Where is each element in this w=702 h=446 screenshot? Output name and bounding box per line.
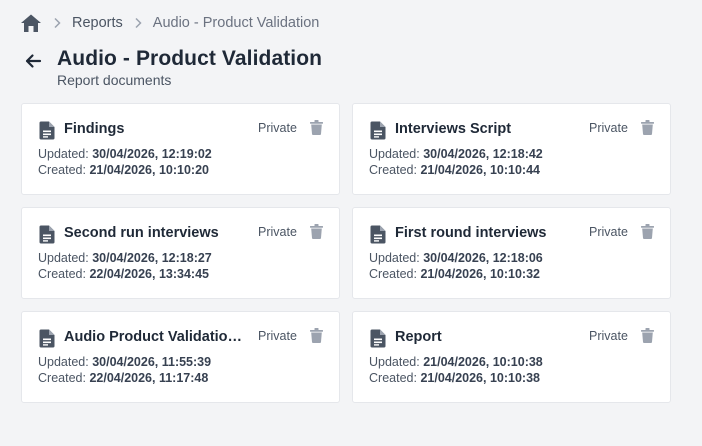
page-subtitle: Report documents <box>57 72 172 88</box>
privacy-label: Private <box>589 225 628 239</box>
created-row: Created: 21/04/2026, 10:10:44 <box>369 163 540 177</box>
updated-row: Updated: 30/04/2026, 12:18:42 <box>369 147 543 161</box>
created-date: 21/04/2026, 10:10:44 <box>420 163 540 177</box>
breadcrumb: Reports Audio - Product Validation <box>20 12 319 34</box>
document-icon <box>39 329 55 348</box>
updated-row: Updated: 21/04/2026, 10:10:38 <box>369 355 543 369</box>
trash-icon[interactable] <box>640 327 654 343</box>
updated-date: 30/04/2026, 12:18:42 <box>423 147 543 161</box>
breadcrumb-current: Audio - Product Validation <box>152 15 320 31</box>
trash-icon[interactable] <box>640 119 654 135</box>
document-title: Interviews Script <box>395 121 512 137</box>
document-title: Report <box>395 329 442 345</box>
updated-date: 21/04/2026, 10:10:38 <box>423 355 543 369</box>
document-card[interactable]: Interviews Script Private Updated: 30/04… <box>352 103 671 195</box>
chevron-right-icon <box>123 17 153 29</box>
document-card[interactable]: Second run interviews Private Updated: 3… <box>21 207 340 299</box>
privacy-label: Private <box>589 329 628 343</box>
created-date: 22/04/2026, 11:17:48 <box>89 371 209 385</box>
document-icon <box>370 225 386 244</box>
updated-date: 30/04/2026, 12:18:27 <box>92 251 212 265</box>
home-icon[interactable] <box>20 12 42 34</box>
document-title: Findings <box>64 121 125 137</box>
updated-row: Updated: 30/04/2026, 12:19:02 <box>38 147 212 161</box>
created-row: Created: 21/04/2026, 10:10:38 <box>369 371 540 385</box>
document-title: Second run interviews <box>64 225 219 241</box>
updated-date: 30/04/2026, 12:19:02 <box>92 147 212 161</box>
created-date: 21/04/2026, 10:10:38 <box>420 371 540 385</box>
breadcrumb-reports-link[interactable]: Reports <box>72 15 123 31</box>
created-date: 22/04/2026, 13:34:45 <box>89 267 209 281</box>
privacy-label: Private <box>258 225 297 239</box>
updated-row: Updated: 30/04/2026, 12:18:27 <box>38 251 212 265</box>
created-date: 21/04/2026, 10:10:20 <box>89 163 209 177</box>
page-title: Audio - Product Validation <box>57 47 323 70</box>
created-row: Created: 21/04/2026, 10:10:20 <box>38 163 209 177</box>
document-title: Audio Product Validation... <box>64 329 246 345</box>
updated-row: Updated: 30/04/2026, 12:18:06 <box>369 251 543 265</box>
privacy-label: Private <box>258 329 297 343</box>
document-icon <box>39 121 55 140</box>
updated-date: 30/04/2026, 12:18:06 <box>423 251 543 265</box>
document-card[interactable]: Findings Private Updated: 30/04/2026, 12… <box>21 103 340 195</box>
created-date: 21/04/2026, 10:10:32 <box>420 267 540 281</box>
document-icon <box>370 121 386 140</box>
chevron-right-icon <box>42 17 72 29</box>
trash-icon[interactable] <box>309 119 323 135</box>
arrow-left-icon[interactable] <box>22 48 44 74</box>
trash-icon[interactable] <box>309 327 323 343</box>
document-icon <box>39 225 55 244</box>
trash-icon[interactable] <box>309 223 323 239</box>
document-title: First round interviews <box>395 225 547 241</box>
created-row: Created: 22/04/2026, 13:34:45 <box>38 267 209 281</box>
created-row: Created: 22/04/2026, 11:17:48 <box>38 371 209 385</box>
created-row: Created: 21/04/2026, 10:10:32 <box>369 267 540 281</box>
document-card[interactable]: Audio Product Validation... Private Upda… <box>21 311 340 403</box>
document-card[interactable]: Report Private Updated: 21/04/2026, 10:1… <box>352 311 671 403</box>
document-icon <box>370 329 386 348</box>
updated-row: Updated: 30/04/2026, 11:55:39 <box>38 355 212 369</box>
document-card[interactable]: First round interviews Private Updated: … <box>352 207 671 299</box>
trash-icon[interactable] <box>640 223 654 239</box>
page-header: Audio - Product Validation Report docume… <box>22 46 322 88</box>
privacy-label: Private <box>258 121 297 135</box>
privacy-label: Private <box>589 121 628 135</box>
updated-date: 30/04/2026, 11:55:39 <box>92 355 212 369</box>
